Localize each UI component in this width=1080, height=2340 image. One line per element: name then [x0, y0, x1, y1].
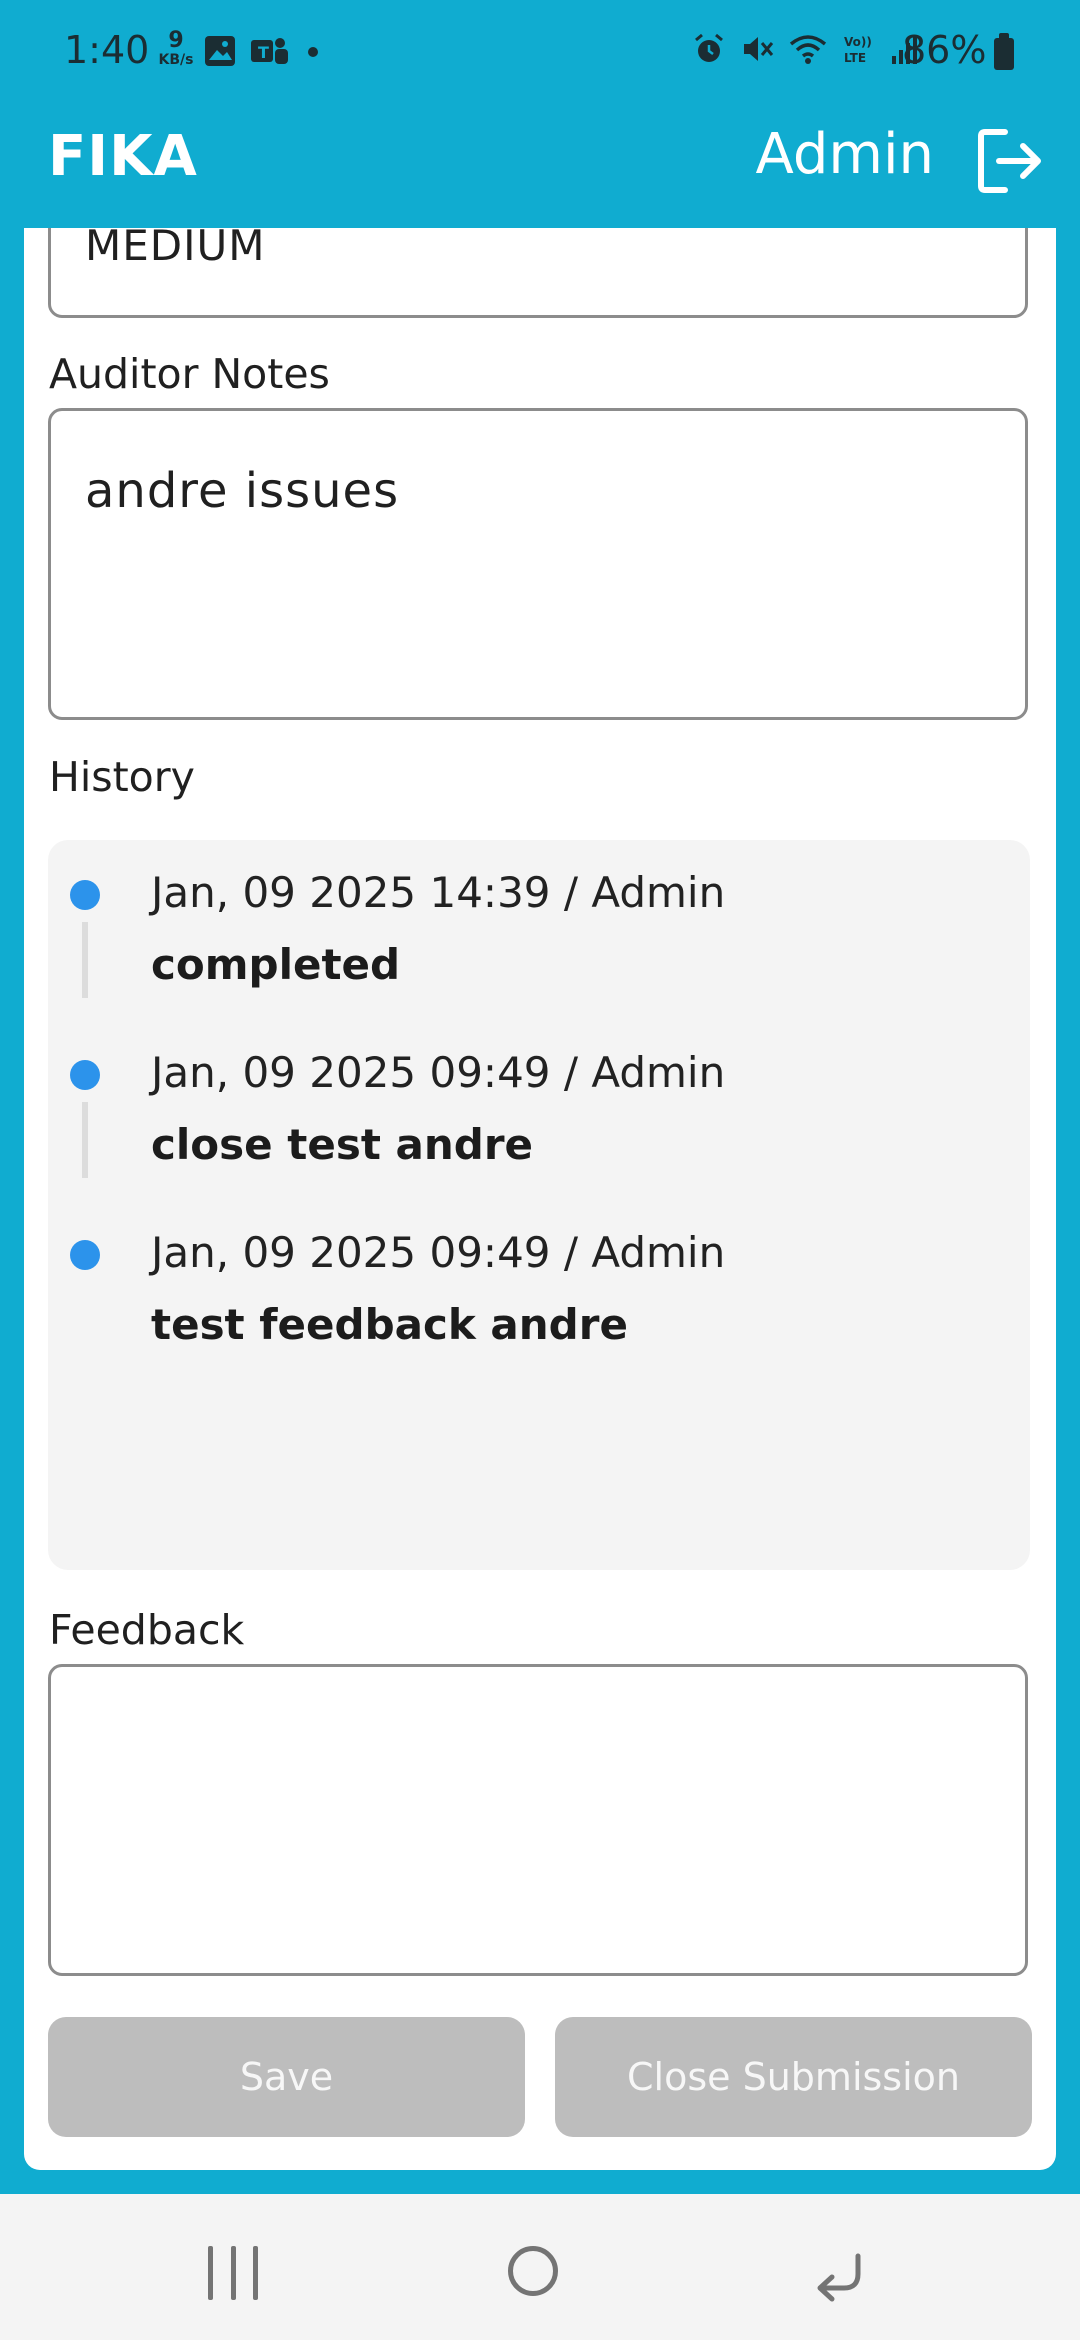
- priority-field[interactable]: MEDIUM: [48, 228, 1028, 318]
- status-time: 1:40: [64, 28, 150, 72]
- svg-text:LTE: LTE: [844, 51, 866, 65]
- save-button[interactable]: Save: [48, 2017, 525, 2137]
- user-name: Admin: [755, 122, 934, 187]
- timeline-dot: [70, 1060, 100, 1090]
- data-rate-indicator: 9 KB/s: [156, 30, 196, 69]
- timeline-connector: [82, 1102, 88, 1178]
- history-label: History: [49, 753, 195, 801]
- svg-text:T: T: [258, 43, 269, 62]
- volte-icon: Vo)) LTE: [844, 35, 872, 65]
- auditor-notes-field[interactable]: andre issues: [48, 408, 1028, 720]
- auditor-notes-value: andre issues: [85, 463, 400, 519]
- priority-value: MEDIUM: [85, 228, 266, 270]
- wifi-icon: [789, 35, 827, 64]
- history-meta: Jan, 09 2025 09:49 / Admin: [151, 1048, 726, 1097]
- notification-icons: T: [203, 34, 323, 68]
- history-meta: Jan, 09 2025 09:49 / Admin: [151, 1228, 726, 1277]
- teams-icon: T: [251, 38, 288, 64]
- recents-icon[interactable]: [208, 2246, 258, 2300]
- alarm-icon: [695, 33, 723, 62]
- feedback-label: Feedback: [49, 1606, 245, 1654]
- app-header: FIKA Admin: [0, 108, 1080, 228]
- history-meta: Jan, 09 2025 14:39 / Admin: [151, 868, 726, 917]
- close-submission-button[interactable]: Close Submission: [555, 2017, 1032, 2137]
- data-rate-unit: KB/s: [158, 52, 194, 68]
- history-status: test feedback andre: [151, 1300, 628, 1349]
- timeline-connector: [82, 922, 88, 998]
- data-rate-value: 9: [168, 28, 184, 53]
- gallery-icon: [205, 36, 235, 66]
- auditor-notes-label: Auditor Notes: [49, 350, 330, 398]
- system-icons: Vo)) LTE: [692, 32, 920, 66]
- history-status: completed: [151, 940, 401, 989]
- system-nav-bar: [0, 2194, 1080, 2340]
- history-timeline: Jan, 09 2025 14:39 / Admin completed Jan…: [48, 840, 1030, 1570]
- mute-icon: [744, 37, 774, 61]
- app-title: FIKA: [48, 124, 198, 189]
- back-icon[interactable]: [808, 2244, 868, 2304]
- svg-text:Vo)): Vo)): [844, 35, 872, 49]
- logout-icon[interactable]: [975, 126, 1045, 196]
- submission-card: MEDIUM Auditor Notes andre issues Histor…: [24, 228, 1056, 2170]
- history-status: close test andre: [151, 1120, 534, 1169]
- content-frame: MEDIUM Auditor Notes andre issues Histor…: [0, 228, 1080, 2194]
- battery-icon: [994, 33, 1014, 70]
- home-icon[interactable]: [508, 2246, 558, 2296]
- status-bar: 1:40 9 KB/s T Vo)) LTE 86%: [0, 0, 1080, 108]
- feedback-input[interactable]: [48, 1664, 1028, 1976]
- timeline-dot: [70, 880, 100, 910]
- dot-icon: [308, 47, 318, 57]
- timeline-dot: [70, 1240, 100, 1270]
- battery-level: 86%: [902, 28, 987, 72]
